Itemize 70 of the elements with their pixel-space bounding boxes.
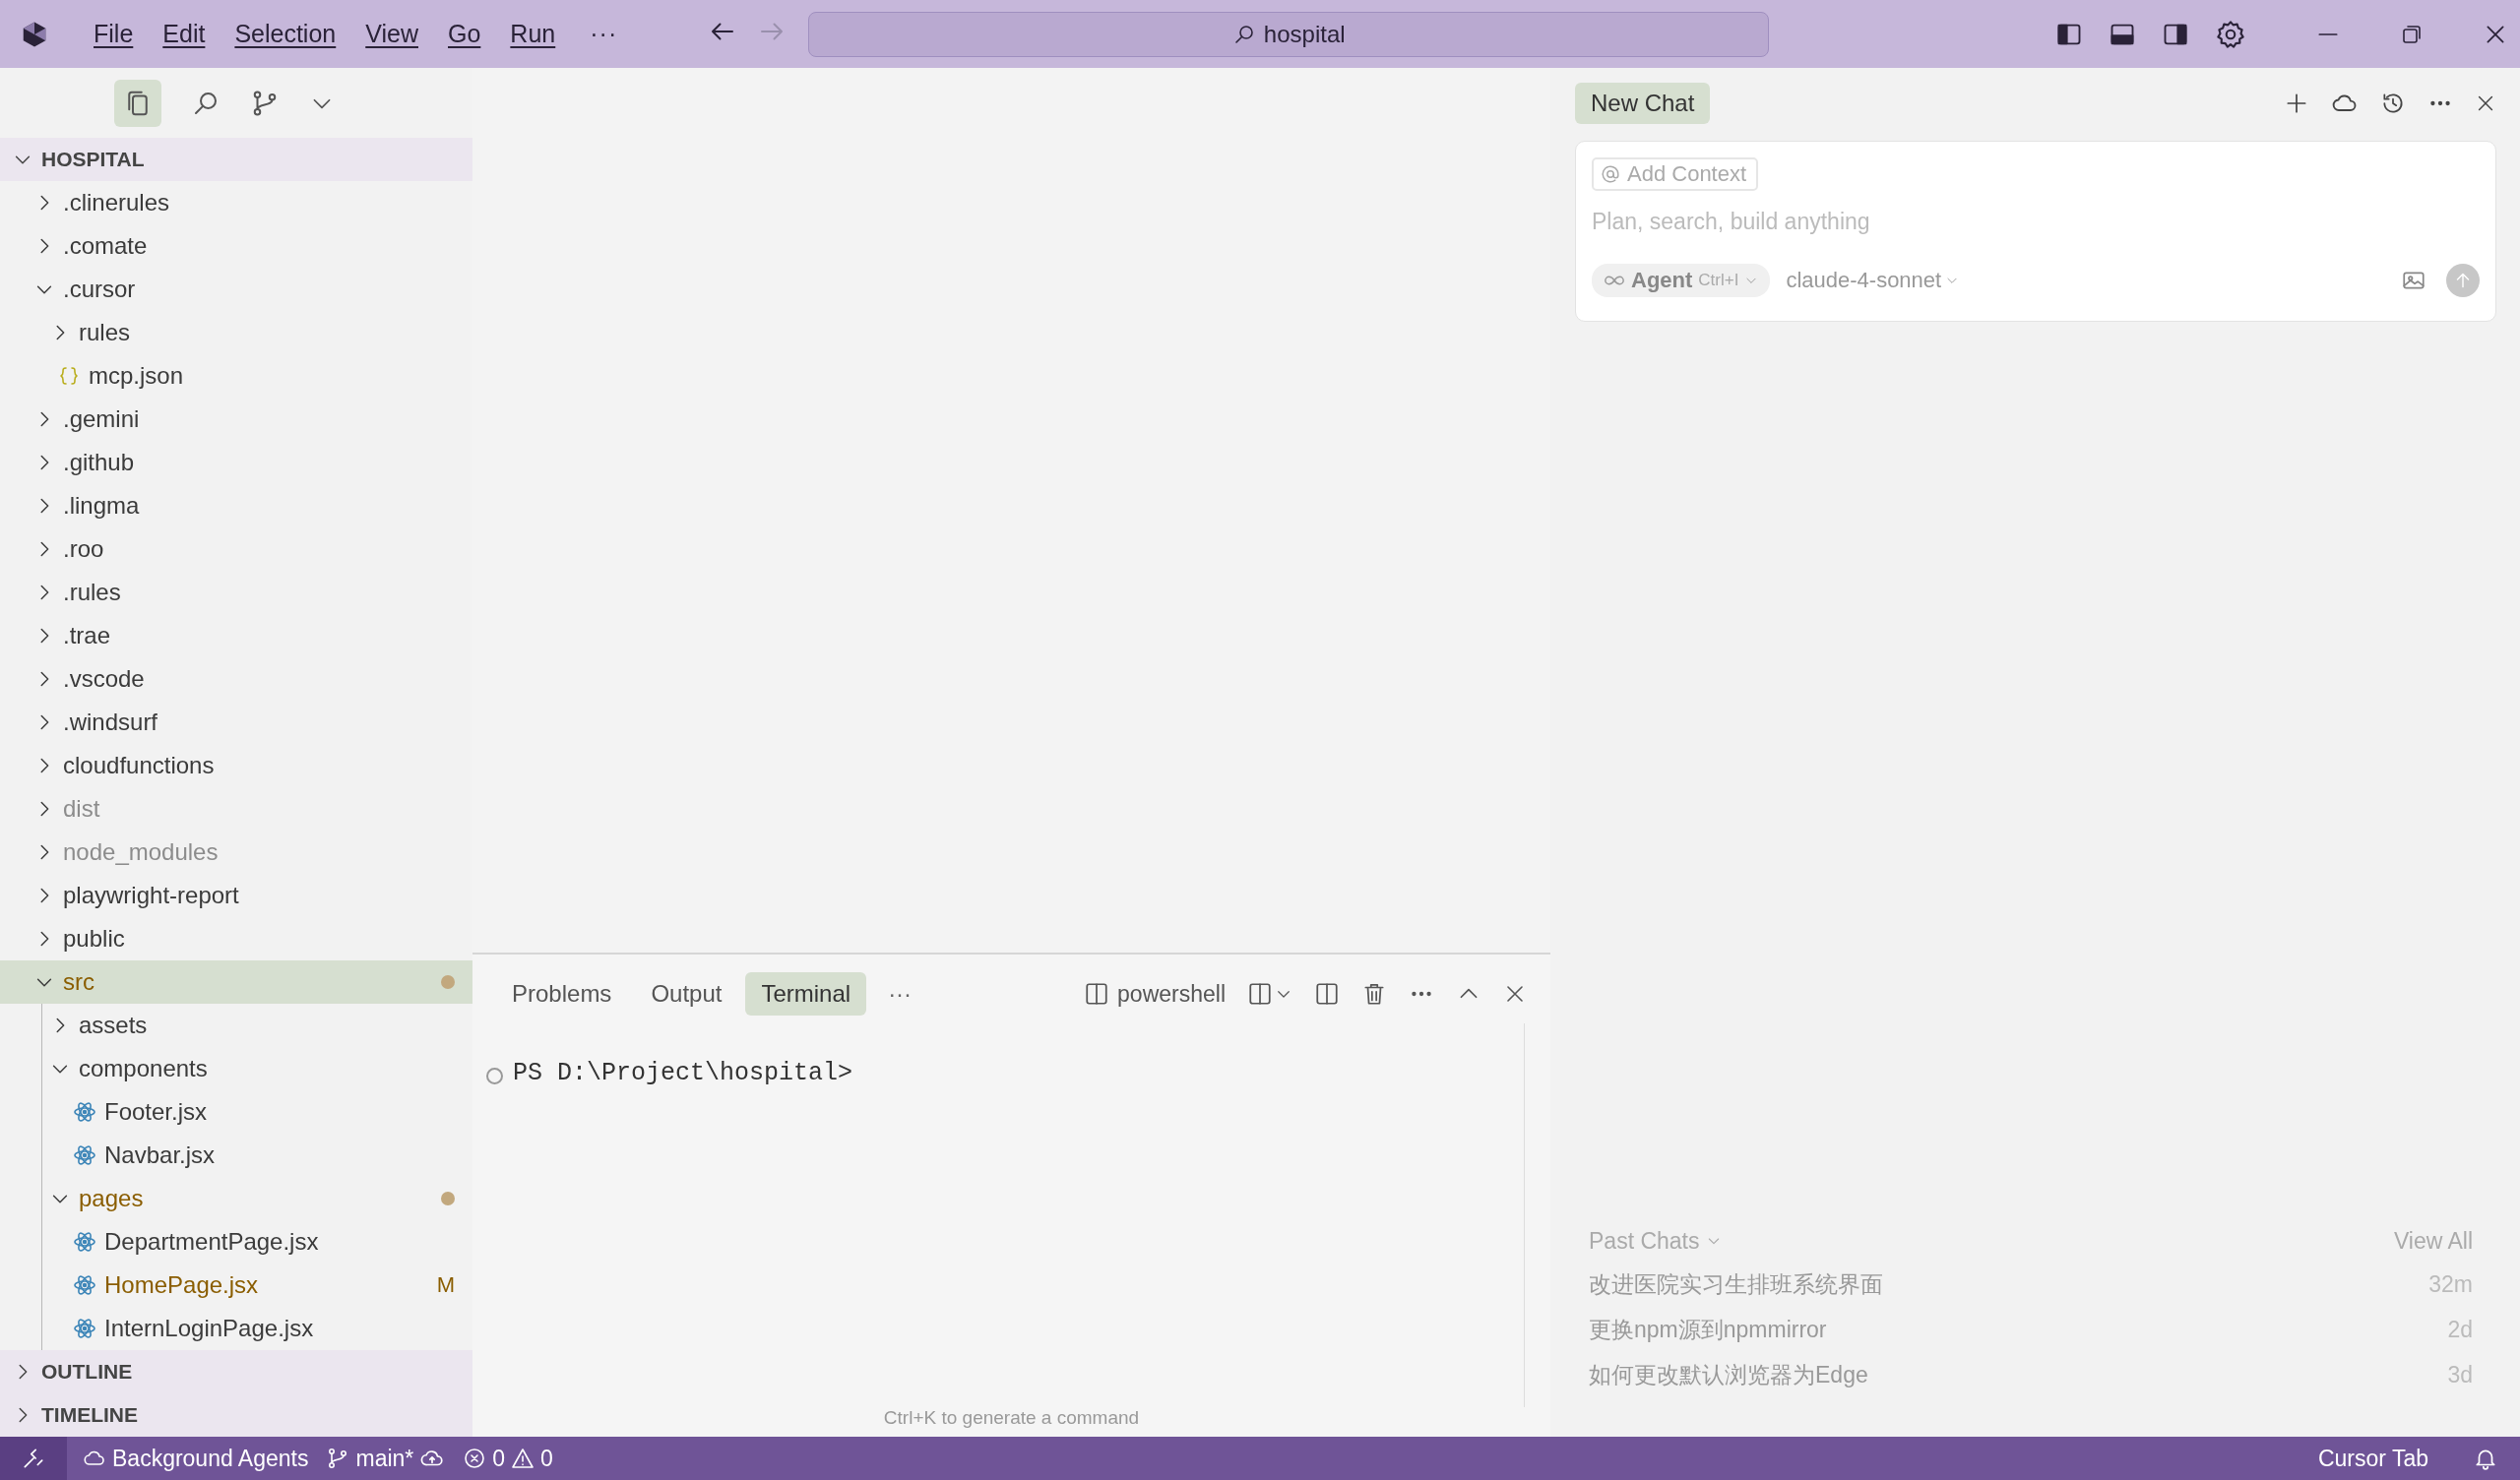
react-file-icon [73, 1100, 96, 1124]
folder-row[interactable]: playwright-report [0, 874, 472, 917]
trash-icon[interactable] [1361, 981, 1387, 1007]
menu-item[interactable]: Selection [220, 20, 351, 48]
explorer-entry[interactable]: HomePage.jsx M [0, 1264, 472, 1307]
folder-row[interactable]: rules [0, 311, 472, 354]
problems-button[interactable]: 0 0 [454, 1445, 562, 1472]
folder-row[interactable]: .comate [0, 224, 472, 268]
menu-item[interactable]: Go [433, 20, 496, 48]
background-agents-button[interactable]: Background Agents [67, 1445, 318, 1472]
folder-row[interactable]: .trae [0, 614, 472, 657]
explorer-entry[interactable]: DepartmentPage.jsx [0, 1220, 472, 1264]
menu-item[interactable]: File [79, 20, 149, 48]
folder-row[interactable]: .github [0, 441, 472, 484]
warning-icon [511, 1447, 536, 1470]
folder-row[interactable]: src [0, 960, 472, 1004]
chat-tab[interactable]: New Chat [1575, 83, 1711, 124]
settings-icon[interactable] [2215, 18, 2246, 50]
folder-row[interactable]: .roo [0, 527, 472, 571]
new-terminal-icon[interactable] [1247, 981, 1273, 1007]
branch-button[interactable]: main* [317, 1445, 455, 1472]
workspace-header[interactable]: HOSPITAL [0, 138, 472, 181]
chat-input[interactable]: Plan, search, build anything [1592, 205, 2480, 238]
json-file-icon [57, 364, 81, 388]
explorer-entry[interactable]: Footer.jsx [0, 1090, 472, 1134]
panel-tab[interactable]: Terminal [745, 972, 867, 1016]
at-icon [1600, 163, 1621, 185]
react-file-icon [73, 1230, 96, 1254]
folder-row[interactable]: .vscode [0, 657, 472, 701]
more-tabs-menu[interactable]: ··· [888, 980, 913, 1008]
explorer-entry[interactable]: mcp.json [0, 354, 472, 398]
explorer-entry[interactable]: Navbar.jsx [0, 1134, 472, 1177]
terminal-hint: Ctrl+K to generate a command [882, 1407, 1141, 1430]
react-file-icon [73, 1143, 96, 1167]
git-status-letter: M [436, 1272, 455, 1298]
history-icon[interactable] [2380, 91, 2406, 116]
folder-row[interactable]: .cursor [0, 268, 472, 311]
panel-tab[interactable]: Output [635, 972, 738, 1016]
folder-row[interactable]: pages [0, 1177, 472, 1220]
react-file-icon [73, 1317, 96, 1340]
changes-dot [441, 1192, 455, 1205]
terminal-selector[interactable]: powershell [1084, 980, 1226, 1008]
menu-item[interactable]: Edit [148, 20, 220, 48]
panel-tab[interactable]: Problems [496, 972, 628, 1016]
error-icon [463, 1447, 487, 1470]
search-field[interactable]: hospital [808, 11, 1770, 57]
folder-row[interactable]: components [0, 1047, 472, 1090]
section-header[interactable]: TIMELINE [0, 1393, 472, 1437]
command-status-icon [486, 1068, 503, 1084]
react-file-icon [73, 1273, 96, 1297]
menu-item[interactable]: Run [495, 20, 571, 48]
folder-row[interactable]: cloudfunctions [0, 744, 472, 787]
changes-dot [441, 975, 455, 989]
terminal-prompt: PS D:\Project\hospital> [513, 1059, 853, 1087]
folder-row[interactable]: .rules [0, 571, 472, 614]
folder-row[interactable]: .gemini [0, 398, 472, 441]
explorer-tab[interactable] [114, 79, 161, 127]
folder-row[interactable]: assets [0, 1004, 472, 1047]
folder-row[interactable]: .lingma [0, 484, 472, 527]
folder-row[interactable]: .clinerules [0, 181, 472, 224]
section-header[interactable]: OUTLINE [0, 1350, 472, 1393]
split-terminal-icon[interactable] [1314, 981, 1340, 1007]
more-menu[interactable]: ··· [570, 20, 638, 48]
remote-button[interactable] [0, 1437, 67, 1480]
menu-item[interactable]: View [350, 20, 433, 48]
split-icon [1084, 981, 1110, 1007]
folder-row[interactable]: public [0, 917, 472, 960]
folder-row[interactable]: .windsurf [0, 701, 472, 744]
explorer-entry[interactable]: InternLoginPage.jsx [0, 1307, 472, 1350]
cursor-tab-button[interactable]: Cursor Tab [2308, 1445, 2437, 1472]
